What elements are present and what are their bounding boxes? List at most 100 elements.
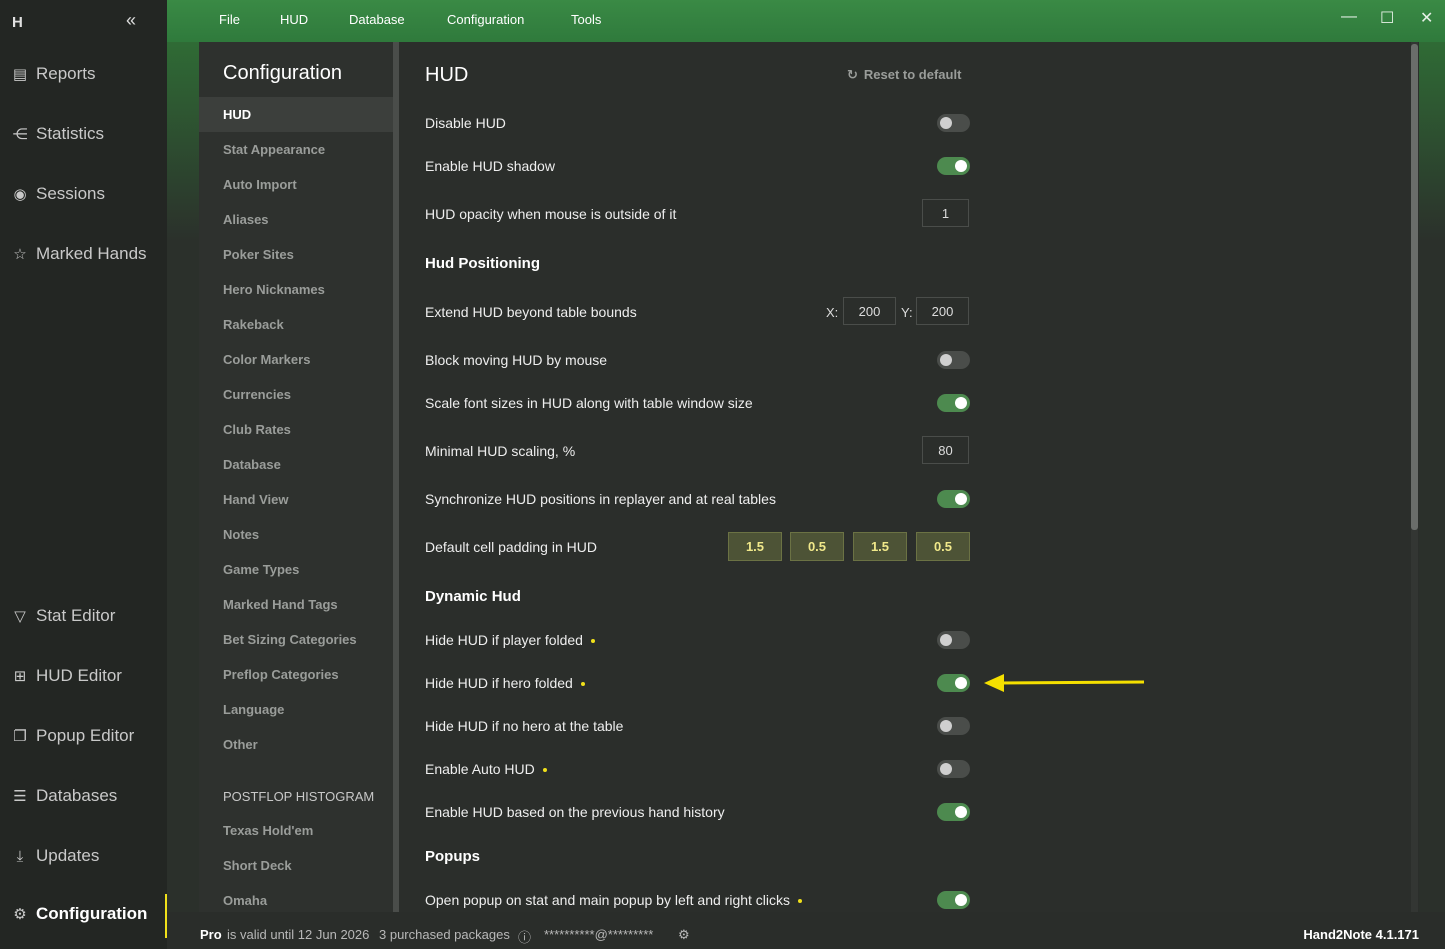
maximize-icon[interactable]: ☐	[1380, 8, 1394, 28]
hud-positioning-heading: Hud Positioning	[425, 255, 540, 272]
opacity-label: HUD opacity when mouse is outside of it	[425, 206, 677, 222]
minimize-icon[interactable]: —	[1341, 8, 1357, 26]
cfg-item[interactable]: Language	[199, 692, 393, 727]
annotation-arrow-icon	[984, 674, 1145, 692]
sync-positions-toggle[interactable]	[937, 490, 970, 508]
purchased-packages[interactable]: 3 purchased packages	[379, 927, 510, 942]
hud-title: HUD	[425, 64, 469, 86]
sync-positions-label: Synchronize HUD positions in replayer an…	[425, 491, 776, 507]
block-moving-toggle[interactable]	[937, 351, 970, 369]
nav-stat-editor[interactable]: ▽ Stat Editor	[0, 596, 167, 636]
hide-player-folded-row: Hide HUD if player folded	[425, 632, 595, 648]
nav-marked-hands[interactable]: ☆ Marked Hands	[0, 234, 167, 274]
nav-label: Statistics	[36, 124, 105, 143]
postflop-histogram-heading: POSTFLOP HISTOGRAM	[223, 789, 375, 804]
cfg-item[interactable]: Database	[199, 447, 393, 482]
scale-fonts-toggle[interactable]	[937, 394, 970, 412]
nav-statistics[interactable]: ⋲ Statistics	[0, 114, 167, 154]
nav-configuration[interactable]: ⚙ Configuration	[0, 894, 167, 938]
settings-gear-icon[interactable]: ⚙	[678, 927, 690, 943]
nav-hud-editor[interactable]: ⊞ HUD Editor	[0, 656, 167, 696]
info-icon[interactable]: ⓘ	[518, 927, 531, 946]
cfg-item[interactable]: Omaha	[199, 883, 393, 918]
cfg-item[interactable]: Hero Nicknames	[199, 272, 393, 307]
sessions-icon: ◉	[13, 186, 27, 203]
hide-no-hero-toggle[interactable]	[937, 717, 970, 735]
download-icon: ⤓	[16, 847, 24, 865]
nav-sessions[interactable]: ◉ Sessions	[0, 174, 167, 214]
opacity-input[interactable]: 1	[922, 199, 969, 227]
configuration-list: Configuration HUD Stat Appearance Auto I…	[199, 42, 393, 912]
nav-label: Databases	[36, 786, 118, 805]
account-email: **********@*********	[544, 927, 654, 942]
cfg-item[interactable]: Rakeback	[199, 307, 393, 342]
title-bar: File HUD Database Configuration Tools — …	[167, 0, 1445, 42]
cfg-item[interactable]: Club Rates	[199, 412, 393, 447]
extend-y-input[interactable]: 200	[916, 297, 969, 325]
nav-label: Reports	[36, 64, 96, 83]
hud-editor-icon: ⊞	[13, 668, 27, 685]
cell-padding-label: Default cell padding in HUD	[425, 539, 597, 555]
menu-file[interactable]: File	[219, 12, 240, 27]
close-icon[interactable]: ✕	[1420, 8, 1433, 28]
hide-player-folded-toggle[interactable]	[937, 631, 970, 649]
app-logo-icon: H	[12, 14, 23, 31]
hide-hero-folded-row: Hide HUD if hero folded	[425, 675, 585, 691]
cfg-item[interactable]: Marked Hand Tags	[199, 587, 393, 622]
enable-auto-toggle[interactable]	[937, 760, 970, 778]
scrollbar-thumb[interactable]	[1411, 44, 1418, 530]
cell-padding-input[interactable]: 1.5	[853, 532, 907, 561]
reset-to-default-button[interactable]: ↻ Reset to default	[847, 67, 961, 83]
cfg-item[interactable]: Aliases	[199, 202, 393, 237]
cfg-item[interactable]: Color Markers	[199, 342, 393, 377]
cfg-item[interactable]: Hand View	[199, 482, 393, 517]
popup-editor-icon: ❐	[13, 728, 27, 745]
enable-auto-label: Enable Auto HUD	[425, 761, 535, 777]
cell-padding-input[interactable]: 0.5	[916, 532, 970, 561]
cfg-item[interactable]: Texas Hold'em	[199, 813, 393, 848]
extend-x-input[interactable]: 200	[843, 297, 896, 325]
nav-popup-editor[interactable]: ❐ Popup Editor	[0, 716, 167, 756]
nav-databases[interactable]: ☰ Databases	[0, 776, 167, 816]
cell-padding-input[interactable]: 0.5	[790, 532, 844, 561]
nav-updates[interactable]: ⤓ Updates	[0, 836, 167, 876]
cfg-item[interactable]: Other	[199, 727, 393, 762]
nav-label: Marked Hands	[36, 244, 147, 263]
cfg-item[interactable]: Preflop Categories	[199, 657, 393, 692]
menu-configuration[interactable]: Configuration	[447, 12, 524, 27]
menu-tools[interactable]: Tools	[571, 12, 601, 27]
cfg-item[interactable]: Notes	[199, 517, 393, 552]
enable-prev-toggle[interactable]	[937, 803, 970, 821]
block-moving-label: Block moving HUD by mouse	[425, 352, 608, 368]
cfg-item[interactable]: Short Deck	[199, 848, 393, 883]
disable-hud-toggle[interactable]	[937, 114, 970, 132]
indicator-dot	[542, 768, 547, 773]
nav-reports[interactable]: ▤ Reports	[0, 54, 167, 94]
cfg-item-hud[interactable]: HUD	[199, 97, 393, 132]
menu-database[interactable]: Database	[349, 12, 405, 27]
collapse-nav-icon[interactable]: «	[126, 10, 136, 31]
panel-splitter[interactable]	[393, 42, 399, 912]
cfg-item[interactable]: Stat Appearance	[199, 132, 393, 167]
menu-hud[interactable]: HUD	[280, 12, 308, 27]
open-popup-toggle[interactable]	[937, 891, 970, 909]
cfg-item[interactable]: Auto Import	[199, 167, 393, 202]
statistics-icon: ⋲	[12, 126, 28, 143]
min-scaling-input[interactable]: 80	[922, 436, 969, 464]
cfg-item[interactable]: Bet Sizing Categories	[199, 622, 393, 657]
disable-hud-label: Disable HUD	[425, 115, 506, 131]
enable-shadow-label: Enable HUD shadow	[425, 158, 555, 174]
reset-label: Reset to default	[863, 67, 962, 82]
cfg-item[interactable]: Currencies	[199, 377, 393, 412]
valid-until: is valid until 12 Jun 2026	[227, 927, 370, 942]
enable-prev-label: Enable HUD based on the previous hand hi…	[425, 804, 725, 820]
hide-hero-folded-label: Hide HUD if hero folded	[425, 675, 573, 691]
cell-padding-input[interactable]: 1.5	[728, 532, 782, 561]
cfg-item[interactable]: Game Types	[199, 552, 393, 587]
x-label: X:	[826, 305, 839, 320]
enable-shadow-toggle[interactable]	[937, 157, 970, 175]
hide-hero-folded-toggle[interactable]	[937, 674, 970, 692]
configuration-panel: Configuration HUD Stat Appearance Auto I…	[199, 42, 1419, 912]
reset-icon: ↻	[847, 67, 858, 82]
cfg-item[interactable]: Poker Sites	[199, 237, 393, 272]
